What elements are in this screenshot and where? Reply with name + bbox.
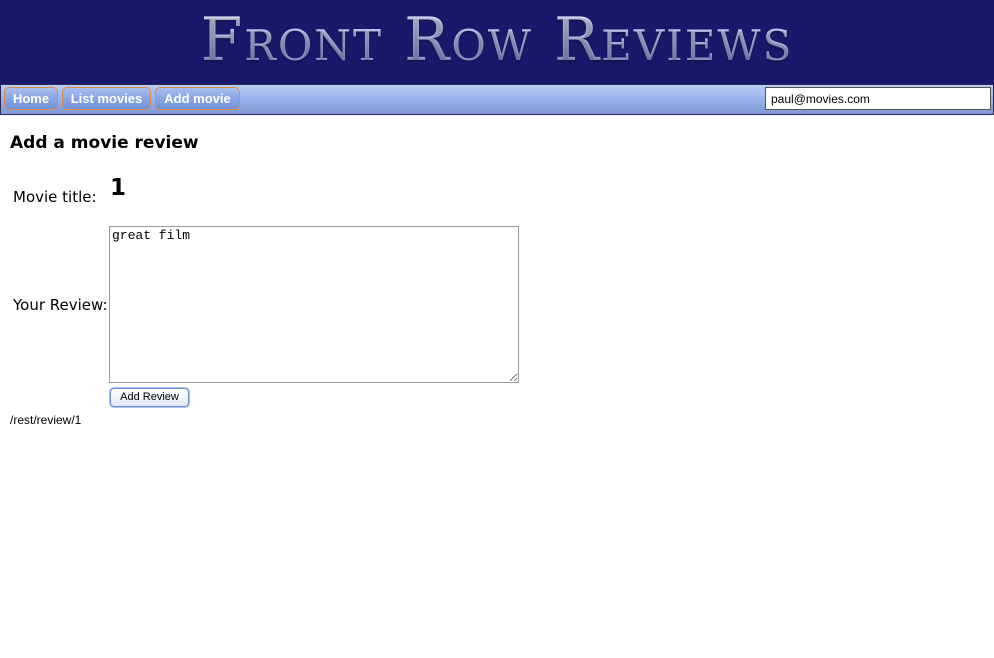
site-title-logo: Front Row Reviews xyxy=(200,5,794,75)
movie-title-value: 1 xyxy=(110,175,127,201)
page-title: Add a movie review xyxy=(10,133,199,153)
user-email-field[interactable] xyxy=(765,87,991,110)
movie-title-label: Movie title: xyxy=(13,188,97,206)
rest-path-text: /rest/review/1 xyxy=(10,413,82,427)
nav-bar: Home List movies Add movie xyxy=(0,84,994,115)
add-review-button[interactable]: Add Review xyxy=(110,388,189,407)
site-banner: Front Row Reviews xyxy=(0,0,994,84)
nav-home-button[interactable]: Home xyxy=(4,87,58,110)
review-label: Your Review: xyxy=(13,296,108,314)
review-textarea[interactable]: great film xyxy=(109,226,519,383)
nav-list-movies-button[interactable]: List movies xyxy=(62,87,151,110)
nav-add-movie-button[interactable]: Add movie xyxy=(155,87,240,110)
